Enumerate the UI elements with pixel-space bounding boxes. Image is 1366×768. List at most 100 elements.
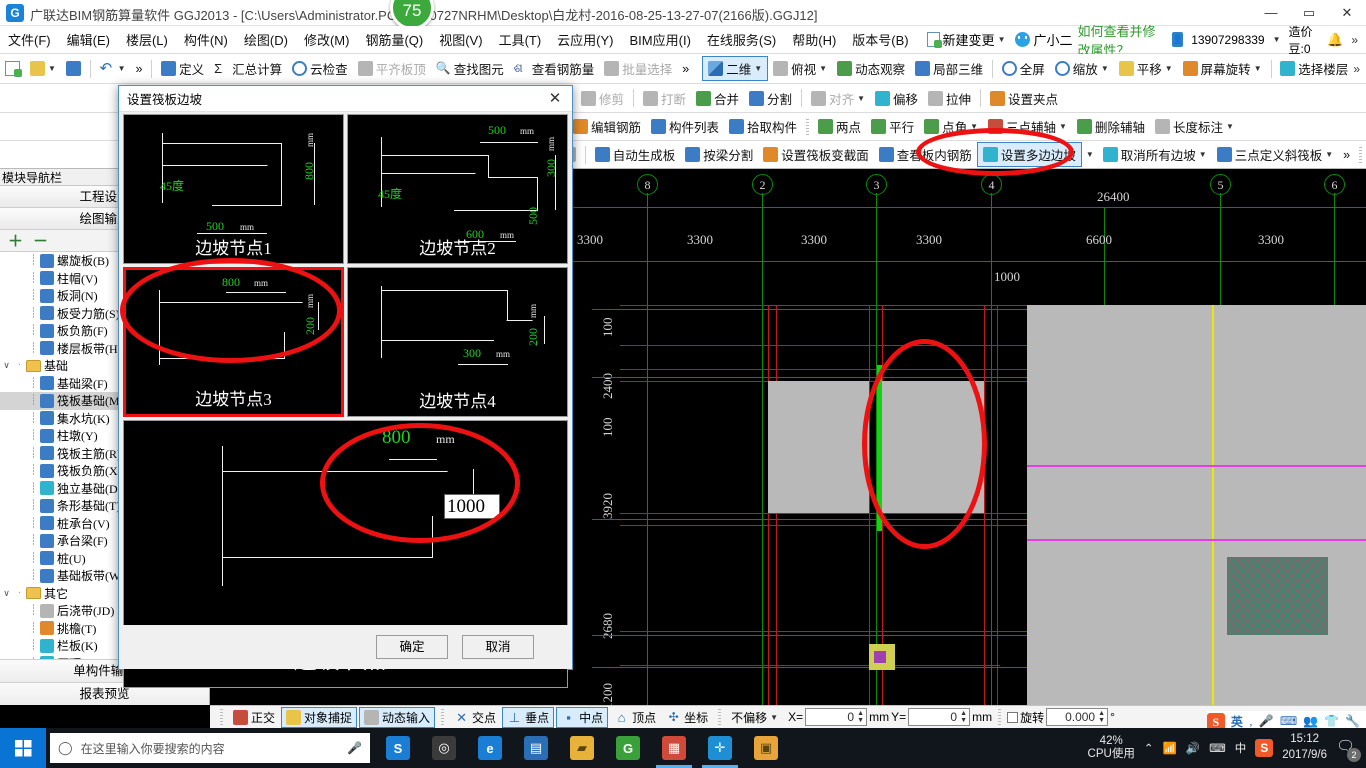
- new-file-button[interactable]: [0, 59, 25, 78]
- auto-generate-slab-button[interactable]: 自动生成板: [590, 143, 681, 166]
- save-button[interactable]: [61, 59, 86, 78]
- taskbar-app-green[interactable]: G: [606, 728, 650, 768]
- define-button[interactable]: 定义: [156, 57, 209, 80]
- chevron-down-icon[interactable]: ▼: [970, 122, 978, 131]
- selected-raft-edge[interactable]: [877, 365, 882, 531]
- user-settings-icon[interactable]: 👥: [1303, 714, 1318, 729]
- chevron-down-icon[interactable]: ▼: [1059, 122, 1067, 131]
- grid-bubble-3[interactable]: 3: [866, 174, 887, 195]
- grid-bubble-1[interactable]: 8: [637, 174, 658, 195]
- ok-button[interactable]: 确定: [376, 635, 448, 659]
- rotate-checkbox[interactable]: [1007, 711, 1019, 723]
- raft-section-change-button[interactable]: 设置筏板变截面: [758, 143, 874, 166]
- slope-node-1-option[interactable]: 45度 500 mm 800 mm 边坡节点1: [123, 114, 344, 264]
- snap-intersection[interactable]: ✕ 交点: [450, 708, 500, 727]
- new-change-button[interactable]: 新建变更 ▼: [922, 29, 1011, 50]
- merge-button[interactable]: 合并: [691, 87, 744, 110]
- zoom-button[interactable]: 缩放 ▼: [1050, 57, 1114, 80]
- onscreen-keyboard-icon[interactable]: ⌨: [1209, 741, 1226, 755]
- component-list-button[interactable]: 构件列表: [646, 115, 724, 138]
- attribute-hint-link[interactable]: 如何查看并修改属性？: [1078, 21, 1164, 59]
- screen-rotate-button[interactable]: 屏幕旋转 ▼: [1178, 57, 1267, 80]
- split-button[interactable]: 分割: [744, 87, 797, 110]
- snap-perpendicular[interactable]: ⊥ 垂点: [502, 706, 555, 728]
- bell-icon[interactable]: 🔔: [1327, 32, 1343, 48]
- y-offset-input[interactable]: 0 ▲ ▼: [908, 708, 971, 726]
- cad-drawing-area[interactable]: 8 2 3 4 5 6 3300 3300 3300 3300 6600 330…: [572, 169, 1366, 705]
- menu-overflow-icon[interactable]: »: [1351, 33, 1358, 47]
- chevron-down-icon[interactable]: ▼: [1199, 150, 1207, 159]
- chevron-down-icon[interactable]: ▼: [1254, 64, 1262, 73]
- grid-bubble-6[interactable]: 6: [1324, 174, 1345, 195]
- chevron-down-icon[interactable]: ▼: [1165, 64, 1173, 73]
- ime-punctuation-icon[interactable]: ‚: [1249, 714, 1253, 729]
- slope-height-input[interactable]: 1000: [444, 494, 500, 519]
- grid-bubble-2[interactable]: 2: [752, 174, 773, 195]
- rotate-spinner[interactable]: ▲ ▼: [1097, 710, 1106, 724]
- set-grip-button[interactable]: 设置夹点: [985, 87, 1063, 110]
- stretch-button[interactable]: 拉伸: [923, 87, 976, 110]
- snap-ortho[interactable]: 正交: [229, 708, 279, 727]
- cancel-button[interactable]: 取消: [462, 635, 534, 659]
- edit-rebar-button[interactable]: 编辑钢筋: [568, 115, 646, 138]
- dynamic-observe-button[interactable]: 动态观察: [832, 57, 910, 80]
- account-number[interactable]: 13907298339: [1191, 33, 1264, 47]
- ime-mode-label[interactable]: 中: [1235, 740, 1247, 756]
- menu-floor[interactable]: 楼层(L): [118, 28, 176, 51]
- undo-button[interactable]: ↶ ▼: [95, 59, 131, 78]
- chevron-down-icon[interactable]: ▼: [770, 713, 778, 722]
- rotate-input[interactable]: 0.000 ▲ ▼: [1046, 708, 1109, 726]
- slope-node-3-option[interactable]: 800 mm 200 mm 边坡节点3: [123, 267, 345, 417]
- top-view-button[interactable]: 俯视 ▼: [768, 57, 832, 80]
- three-point-slab-button[interactable]: 三点定义斜筏板 ▼: [1212, 143, 1338, 166]
- volume-icon[interactable]: 🔊: [1186, 741, 1200, 755]
- menu-component[interactable]: 构件(N): [176, 28, 236, 51]
- align-button[interactable]: 对齐 ▼: [806, 87, 870, 110]
- split-by-beam-button[interactable]: 按梁分割: [680, 143, 758, 166]
- summary-calc-button[interactable]: Σ 汇总计算: [209, 57, 287, 80]
- snap-coordinate[interactable]: ✣ 坐标: [662, 708, 712, 727]
- menu-edit[interactable]: 编辑(E): [59, 28, 118, 51]
- grid-bubble-5[interactable]: 5: [1210, 174, 1231, 195]
- chevron-down-icon[interactable]: ▼: [48, 64, 56, 73]
- cancel-all-slope-button[interactable]: 取消所有边坡 ▼: [1098, 143, 1212, 166]
- chevron-down-icon[interactable]: ▼: [1226, 122, 1234, 131]
- menu-online-service[interactable]: 在线服务(S): [699, 28, 784, 51]
- network-icon[interactable]: 📶: [1162, 741, 1176, 755]
- microphone-icon[interactable]: 🎤: [1259, 714, 1274, 729]
- batch-select-button[interactable]: 批量选择: [599, 57, 677, 80]
- keyboard-icon[interactable]: ⌨: [1280, 714, 1297, 729]
- cortana-mic-icon[interactable]: 🎤: [347, 741, 362, 755]
- taskbar-sogou-icon[interactable]: S: [1255, 739, 1274, 757]
- chevron-down-icon[interactable]: ▼: [998, 35, 1006, 44]
- menu-help[interactable]: 帮助(H): [784, 28, 844, 51]
- snap-dynamic-input[interactable]: 动态输入: [359, 706, 436, 728]
- hatched-slab-region[interactable]: [1227, 557, 1328, 635]
- menu-version[interactable]: 版本号(B): [844, 28, 916, 51]
- expand-all-icon[interactable]: ＋: [8, 230, 23, 251]
- taskbar-search-input[interactable]: ◯ 在这里输入你要搜索的内容 🎤: [50, 733, 370, 763]
- tray-expand-icon[interactable]: ⌃: [1144, 741, 1154, 755]
- view-rebar-qty-button[interactable]: ଶ 查看钢筋量: [509, 57, 600, 80]
- menu-modify[interactable]: 修改(M): [296, 28, 358, 51]
- chevron-down-icon[interactable]: ▼: [754, 64, 762, 73]
- taskbar-clock[interactable]: 15:12 2017/9/6: [1282, 732, 1327, 763]
- chevron-down-icon[interactable]: ∨: [0, 360, 13, 371]
- trim-button[interactable]: 修剪: [576, 87, 629, 110]
- chevron-down-icon[interactable]: ∨: [0, 588, 13, 599]
- align-slab-top-button[interactable]: 平齐板顶: [353, 57, 431, 80]
- chevron-down-icon[interactable]: ▼: [857, 94, 865, 103]
- snap-midpoint[interactable]: ▪ 中点: [556, 706, 609, 728]
- start-button[interactable]: [0, 728, 46, 768]
- three-point-axis-button[interactable]: 三点辅轴 ▼: [983, 115, 1072, 138]
- wrench-icon[interactable]: 🔧: [1345, 714, 1360, 729]
- open-file-button[interactable]: ▼: [25, 59, 61, 78]
- notification-center-button[interactable]: 🗨 2: [1336, 737, 1361, 762]
- menu-rebar-qty[interactable]: 钢筋量(Q): [357, 28, 431, 51]
- x-offset-input[interactable]: 0 ▲ ▼: [805, 708, 868, 726]
- slab-region-3[interactable]: [882, 381, 984, 513]
- menu-tools[interactable]: 工具(T): [491, 28, 550, 51]
- dialog-close-icon[interactable]: ✕: [542, 87, 568, 111]
- toolbar1-overflow[interactable]: »: [131, 60, 148, 78]
- select-floor-button[interactable]: 选择楼层: [1275, 57, 1353, 80]
